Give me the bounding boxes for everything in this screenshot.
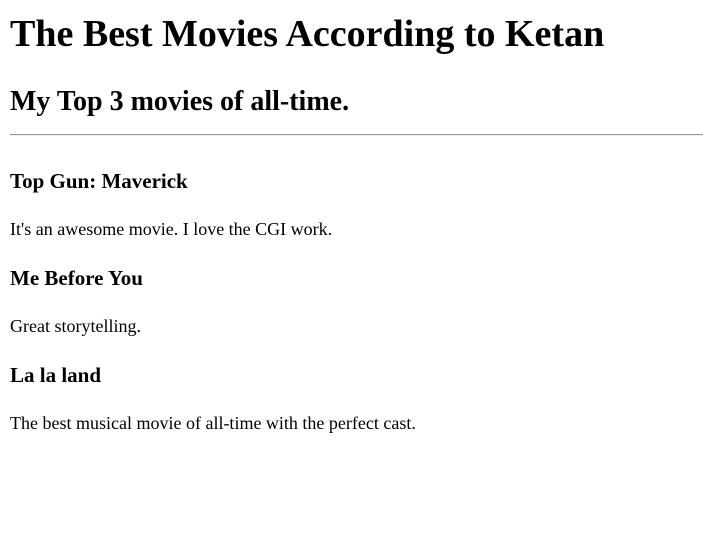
movie-description-1: It's an awesome movie. I love the CGI wo… bbox=[10, 219, 333, 239]
movie-title-1: Top Gun: Maverick bbox=[10, 169, 188, 193]
movie-title-2: Me Before You bbox=[10, 266, 143, 290]
movie-title-3: La la land bbox=[10, 363, 102, 387]
divider bbox=[10, 134, 703, 136]
page-subtitle: My Top 3 movies of all-time. bbox=[10, 86, 350, 117]
movie-description-2: Great storytelling. bbox=[10, 316, 141, 336]
page-title: The Best Movies According to Ketan bbox=[10, 13, 605, 55]
movie-description-3: The best musical movie of all-time with … bbox=[10, 413, 416, 433]
